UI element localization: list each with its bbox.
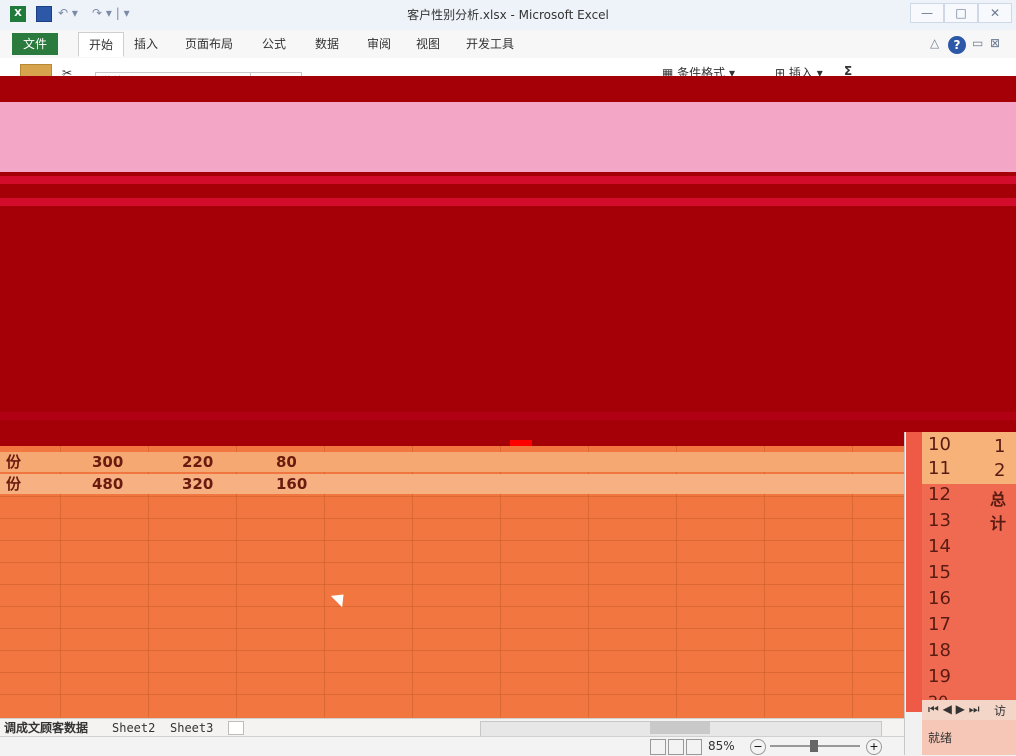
secondary-cell-total: 总计 [990, 490, 1007, 533]
row-number[interactable]: 14 [928, 536, 962, 562]
render-artifact-pink [0, 102, 1016, 172]
sheet-tab-active[interactable]: 调成文顾客数据 [4, 719, 88, 737]
table-row[interactable] [0, 474, 904, 494]
table-cell-label[interactable]: 份 [6, 452, 21, 472]
table-cell-value[interactable]: 320 [182, 474, 213, 494]
table-cell-value[interactable]: 480 [92, 474, 123, 494]
grid-line [0, 518, 904, 519]
render-artifact-line [0, 176, 1016, 184]
zoom-out-icon[interactable]: − [750, 739, 766, 755]
status-bar: 85% − + [0, 736, 904, 756]
tab-page-layout[interactable]: 页面布局 [185, 35, 233, 52]
close-button[interactable]: ✕ [978, 3, 1012, 23]
secondary-scrollbar[interactable] [906, 432, 923, 712]
ribbon-minimize-icon[interactable]: △ [930, 36, 939, 50]
table-cell-value[interactable]: 300 [92, 452, 123, 472]
restore-icon[interactable]: ▭ [972, 36, 983, 50]
tab-formulas[interactable]: 公式 [262, 35, 286, 52]
secondary-cell-fragment: 1 [994, 436, 1006, 457]
window-title: 客户性别分析.xlsx - Microsoft Excel [407, 8, 609, 22]
grid-line [0, 540, 904, 541]
sheet-tab-2[interactable]: Sheet2 [112, 719, 155, 737]
table-cell-label[interactable]: 份 [6, 474, 21, 494]
grid-line [0, 672, 904, 673]
tab-file[interactable]: 文件 [12, 33, 58, 55]
maximize-button[interactable]: □ [944, 3, 978, 23]
tab-data[interactable]: 数据 [315, 35, 339, 52]
table-cell-value[interactable]: 220 [182, 452, 213, 472]
secondary-cell-fragment: 2 [994, 460, 1006, 481]
sheet-tabs-bar: 调成文顾客数据 Sheet2 Sheet3 [0, 718, 904, 737]
row-number[interactable]: 17 [928, 614, 962, 640]
title-bar: X ↶ ▾ ↷ ▾ | ▾ 客户性别分析.xlsx - Microsoft Ex… [0, 0, 1016, 31]
secondary-status-text: 就绪 [928, 731, 953, 745]
page-layout-view-icon[interactable] [668, 739, 684, 755]
zoom-level[interactable]: 85% [708, 737, 735, 756]
page-break-view-icon[interactable] [686, 739, 702, 755]
grid-line [0, 694, 904, 695]
table-cell-value[interactable]: 160 [276, 474, 307, 494]
minimize-button[interactable]: — [910, 3, 944, 23]
grid-line [0, 606, 904, 607]
render-artifact-line [0, 412, 1016, 420]
grid-line [0, 650, 904, 651]
help-icon[interactable]: ? [948, 36, 966, 54]
sheet-nav-arrows-icon[interactable]: ⏮ ◀ ▶ ⏭ [928, 702, 980, 717]
row-number[interactable]: 16 [928, 588, 962, 614]
grid-line [0, 628, 904, 629]
row-number[interactable]: 13 [928, 510, 962, 536]
new-sheet-icon[interactable] [228, 721, 244, 735]
render-artifact-line [0, 198, 1016, 206]
table-cell-value[interactable]: 80 [276, 452, 297, 472]
table-row[interactable] [0, 452, 904, 472]
grid-line [0, 496, 904, 497]
secondary-status-bar: 就绪 [922, 720, 1016, 755]
row-number[interactable]: 18 [928, 640, 962, 666]
tab-review[interactable]: 审阅 [367, 35, 391, 52]
ribbon-tabs: 文件 开始 插入 页面布局 公式 数据 审阅 视图 开发工具 △ ? ▭ ⊠ [0, 30, 1016, 59]
row-number[interactable]: 12 [928, 484, 962, 510]
zoom-in-icon[interactable]: + [866, 739, 882, 755]
row-number[interactable]: 10 [928, 434, 962, 460]
row-number[interactable]: 15 [928, 562, 962, 588]
tab-developer[interactable]: 开发工具 [466, 35, 514, 52]
tab-view[interactable]: 视图 [416, 35, 440, 52]
close-window-icon[interactable]: ⊠ [990, 36, 1000, 50]
sheet-tab-3[interactable]: Sheet3 [170, 719, 213, 737]
secondary-sheet-nav[interactable]: ⏮ ◀ ▶ ⏭ 访 [922, 700, 1016, 720]
grid-line [0, 562, 904, 563]
row-number[interactable]: 19 [928, 666, 962, 692]
tab-home[interactable]: 开始 [78, 32, 125, 57]
zoom-slider-thumb[interactable] [810, 740, 818, 752]
normal-view-icon[interactable] [650, 739, 666, 755]
row-number[interactable]: 11 [928, 458, 962, 484]
tab-insert[interactable]: 插入 [134, 35, 158, 52]
secondary-sheet-tab[interactable]: 访 [994, 702, 1006, 719]
horizontal-scroll-thumb[interactable] [650, 722, 710, 734]
grid-line [0, 584, 904, 585]
